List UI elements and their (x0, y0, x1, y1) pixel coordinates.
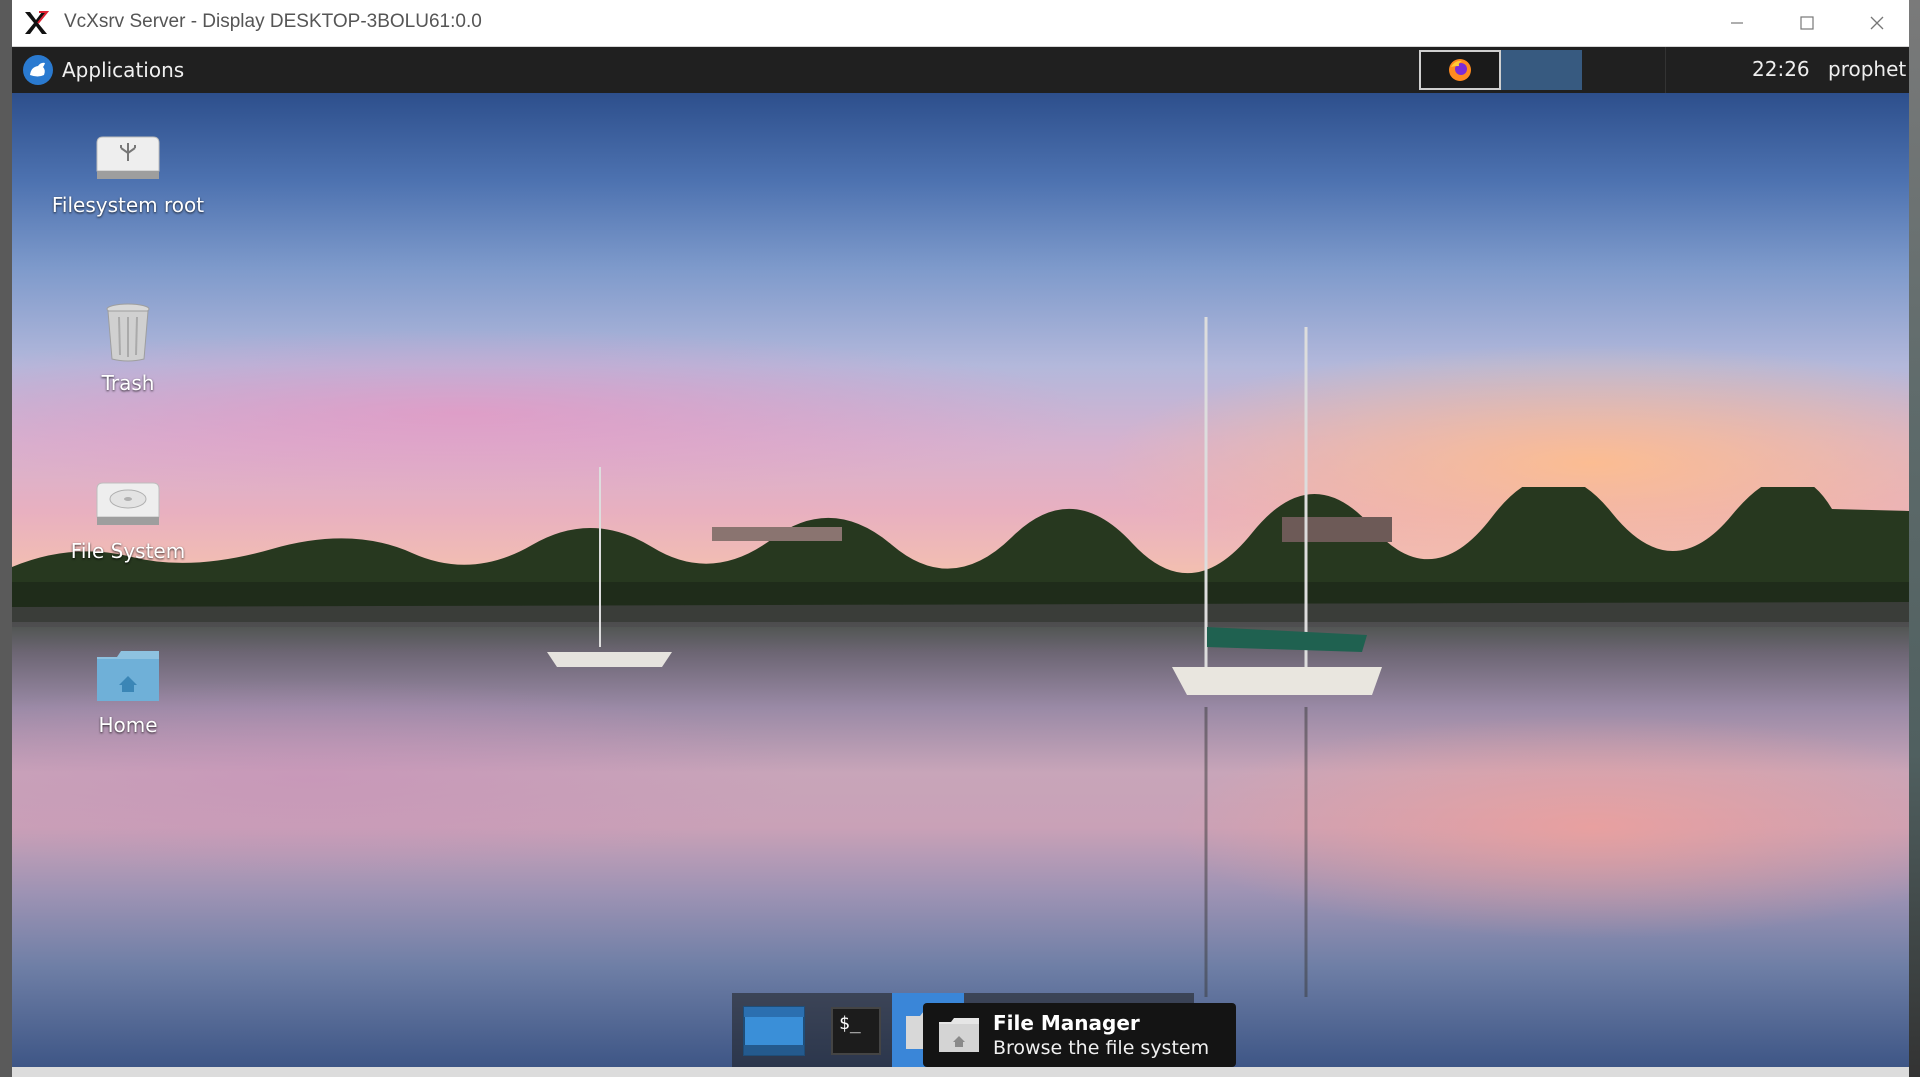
user-menu[interactable]: prophet (1828, 57, 1906, 81)
home-folder-icon (97, 651, 159, 701)
dock-show-desktop[interactable] (740, 999, 808, 1063)
taskbar-active-window[interactable] (1501, 50, 1582, 90)
usb-drive-icon (96, 136, 160, 179)
dock-tooltip: File Manager Browse the file system (923, 1003, 1236, 1067)
applications-menu-button[interactable]: Applications (16, 52, 190, 88)
tooltip-title: File Manager (993, 1011, 1140, 1035)
desktop-icon-file-system[interactable]: File System (48, 475, 208, 564)
trash-icon (106, 303, 150, 362)
maximize-icon (1800, 16, 1814, 30)
vcxsrv-logo-icon (25, 11, 50, 34)
desktop-icon-trash[interactable]: Trash (48, 301, 208, 396)
close-button[interactable] (1842, 0, 1912, 46)
host-desktop-right (1909, 0, 1920, 1077)
window-title: VcXsrv Server - Display DESKTOP-3BOLU61:… (64, 11, 482, 32)
close-icon (1870, 16, 1884, 30)
tooltip-text: File Manager Browse the file system (993, 1010, 1209, 1060)
panel-separator (1665, 47, 1666, 93)
firefox-icon (1449, 59, 1471, 81)
folder-home-icon (939, 1018, 979, 1052)
clock[interactable]: 22:26 (1752, 57, 1810, 81)
show-desktop-icon (743, 1006, 805, 1056)
desktop-icon-home[interactable]: Home (48, 647, 208, 738)
xfce-mouse-icon (23, 55, 53, 85)
minimize-button[interactable] (1702, 0, 1772, 46)
window-bottom-border (12, 1067, 1909, 1077)
top-panel: Applications 22:26 prophet (12, 47, 1909, 93)
desktop-icon-label: Filesystem root (51, 193, 205, 217)
applications-label: Applications (62, 58, 185, 82)
desktop-icon-label: Trash (101, 371, 155, 395)
sailboats (547, 317, 1382, 997)
x-display: Applications 22:26 prophet Filesystem ro… (12, 47, 1909, 1067)
desktop-icon-label: File System (70, 539, 186, 563)
hard-drive-icon (96, 482, 160, 525)
minimize-icon (1731, 22, 1743, 24)
desktop-icon-label: Home (98, 713, 158, 737)
tooltip-subtitle: Browse the file system (993, 1037, 1210, 1059)
window-titlebar[interactable]: VcXsrv Server - Display DESKTOP-3BOLU61:… (12, 0, 1909, 47)
desktop-icon-filesystem-root[interactable]: Filesystem root (48, 129, 208, 218)
maximize-button[interactable] (1772, 0, 1842, 46)
dock-terminal[interactable]: $_ (822, 999, 890, 1063)
terminal-icon: $_ (831, 1007, 881, 1055)
taskbar-firefox[interactable] (1419, 50, 1501, 90)
terminal-glyph: $_ (839, 1013, 861, 1034)
host-desktop-left (0, 0, 12, 1077)
